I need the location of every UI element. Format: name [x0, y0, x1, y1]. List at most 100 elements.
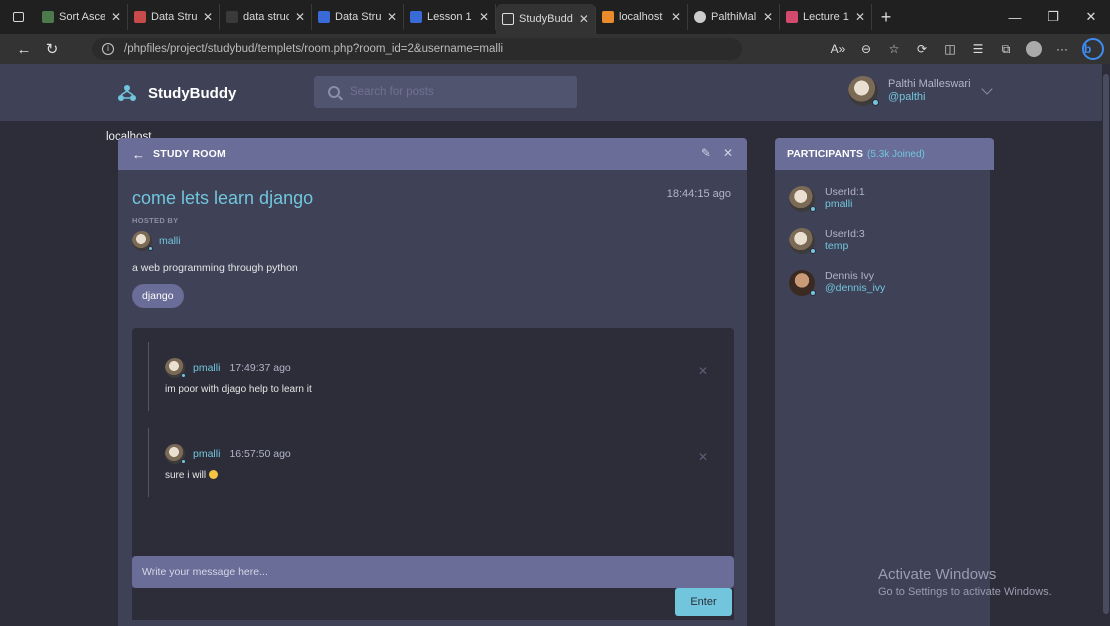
search-icon [226, 11, 238, 23]
message-input[interactable] [132, 556, 734, 588]
message-time: 17:49:37 ago [229, 362, 291, 374]
user-info: Palthi Malleswari @palthi [888, 78, 971, 103]
avatar [165, 444, 186, 464]
tab-favicon-icon [318, 11, 330, 23]
tab-lecture-1[interactable]: Lecture 1 -✕ [780, 4, 872, 30]
participant-item[interactable]: Dennis Ivy @dennis_ivy [789, 270, 885, 296]
chevron-down-icon[interactable] [980, 83, 993, 95]
avatar [789, 186, 816, 212]
arrow-left-icon[interactable]: ← [132, 147, 145, 162]
online-indicator [810, 290, 816, 296]
online-indicator [810, 248, 816, 254]
search-bar[interactable] [314, 76, 577, 108]
delete-message-icon[interactable]: ✕ [698, 364, 708, 378]
host-name[interactable]: malli [159, 235, 181, 247]
zoom-icon[interactable]: ⊖ [852, 42, 880, 56]
tab-lesson-1[interactable]: Lesson 1 -✕ [404, 4, 496, 30]
message-time: 16:57:50 ago [229, 448, 291, 460]
tab-palthimalle[interactable]: PalthiMalle✕ [688, 4, 780, 30]
minimize-icon[interactable]: — [996, 0, 1034, 34]
refresh-icon[interactable]: ↻ [38, 40, 66, 58]
room-timestamp: 18:44:15 ago [666, 188, 731, 200]
online-indicator [810, 206, 816, 212]
new-tab-icon[interactable]: + [872, 7, 900, 28]
avatar [165, 358, 186, 378]
composer-actions: Enter [132, 588, 734, 620]
extensions-icon[interactable]: ⟳ [908, 42, 936, 56]
favorite-star-icon[interactable]: ☆ [880, 42, 908, 56]
room-panel: ← STUDY ROOM ✎ ✕ come lets learn django … [118, 138, 747, 626]
logo-icon [118, 85, 136, 101]
info-icon[interactable]: i [102, 43, 114, 55]
url-field[interactable]: i localhost/phpfiles/project/studybud/te… [92, 38, 742, 143]
close-icon[interactable]: ✕ [763, 10, 773, 24]
activate-windows-watermark: Activate Windows Go to Settings to activ… [878, 566, 1052, 598]
logo[interactable]: StudyBuddy [116, 82, 236, 104]
participants-panel: PARTICIPANTS (5.3k Joined) UserId:1 pmal… [775, 138, 994, 626]
participant-info: Dennis Ivy @dennis_ivy [825, 270, 886, 294]
favorites-icon[interactable]: ☰ [964, 42, 992, 56]
search-input[interactable] [350, 86, 550, 98]
tab-sort-ascen[interactable]: Sort Ascen✕ [36, 4, 128, 30]
user-menu[interactable]: Palthi Malleswari @palthi [848, 76, 993, 106]
close-icon[interactable]: ✕ [855, 10, 865, 24]
participant-item[interactable]: UserId:3 temp [789, 228, 865, 254]
avatar [848, 76, 879, 106]
message-author[interactable]: pmalli [193, 362, 220, 374]
participant-item[interactable]: UserId:1 pmalli [789, 186, 865, 212]
tab-data-struct[interactable]: Data Struct✕ [312, 4, 404, 30]
tab-data-struct-search[interactable]: data struct✕ [220, 4, 312, 30]
online-indicator [872, 99, 879, 106]
topic-tag[interactable]: django [132, 284, 184, 308]
room-actions: ✎ ✕ [701, 146, 733, 160]
message-composer [132, 556, 734, 588]
close-icon[interactable]: ✕ [203, 10, 213, 24]
close-icon[interactable]: ✕ [387, 10, 397, 24]
phpmyadmin-icon [602, 11, 614, 23]
message-meta: pmalli 16:57:50 ago [165, 428, 718, 464]
tab-studybuddy[interactable]: StudyBudd ✕ [496, 4, 596, 34]
browser-tab-bar: Sort Ascen✕ Data Struc✕ data struct✕ Dat… [0, 0, 1110, 34]
close-icon[interactable]: ✕ [479, 10, 489, 24]
participant-info: UserId:3 temp [825, 228, 865, 252]
tab-data-struc[interactable]: Data Struc✕ [128, 4, 220, 30]
delete-message-icon[interactable]: ✕ [698, 450, 708, 464]
edit-icon[interactable]: ✎ [701, 146, 711, 160]
address-bar-row: ← ↻ i localhost/phpfiles/project/studybu… [0, 34, 1110, 143]
collections-icon[interactable]: ⧉ [992, 42, 1020, 57]
back-icon[interactable]: ← [10, 41, 38, 58]
participant-info: UserId:1 pmalli [825, 186, 865, 210]
close-icon[interactable]: ✕ [579, 12, 589, 26]
tab-localhost[interactable]: localhost / ✕ [596, 4, 688, 30]
scrollbar[interactable] [1102, 64, 1110, 626]
tab-favicon-icon [786, 11, 798, 23]
close-window-icon[interactable]: ✕ [1072, 0, 1110, 34]
scrollbar-thumb[interactable] [1103, 74, 1109, 614]
restore-icon[interactable]: ❐ [1034, 0, 1072, 34]
more-icon[interactable]: ··· [1048, 42, 1076, 56]
close-icon[interactable]: ✕ [111, 10, 121, 24]
close-icon[interactable]: ✕ [295, 10, 305, 24]
message-author[interactable]: pmalli [193, 448, 220, 460]
split-screen-icon[interactable]: ◫ [936, 42, 964, 56]
close-icon[interactable]: ✕ [671, 10, 681, 24]
message-body: im poor with djago help to learn it [165, 384, 312, 395]
avatar [789, 270, 816, 296]
tab-actions-icon[interactable] [0, 0, 36, 34]
room-title: come lets learn django [132, 188, 314, 208]
close-icon[interactable]: ✕ [723, 146, 733, 160]
profile-icon[interactable] [1026, 41, 1042, 57]
message: pmalli 16:57:50 ago sure i will ✕ [148, 428, 718, 497]
read-aloud-icon[interactable]: A» [824, 42, 852, 56]
tab-strip: Sort Ascen✕ Data Struc✕ data struct✕ Dat… [36, 0, 900, 34]
tab-favicon-icon [134, 11, 146, 23]
window-controls: — ❐ ✕ [996, 0, 1110, 34]
smile-emoji-icon [208, 470, 218, 479]
hosted-by-label: HOSTED BY [132, 216, 179, 225]
host[interactable]: malli [132, 231, 181, 251]
enter-button[interactable]: Enter [675, 588, 732, 616]
avatar [132, 231, 153, 251]
github-icon [694, 11, 706, 23]
participants-header: PARTICIPANTS (5.3k Joined) [775, 138, 994, 170]
bing-icon[interactable]: b [1082, 38, 1104, 60]
